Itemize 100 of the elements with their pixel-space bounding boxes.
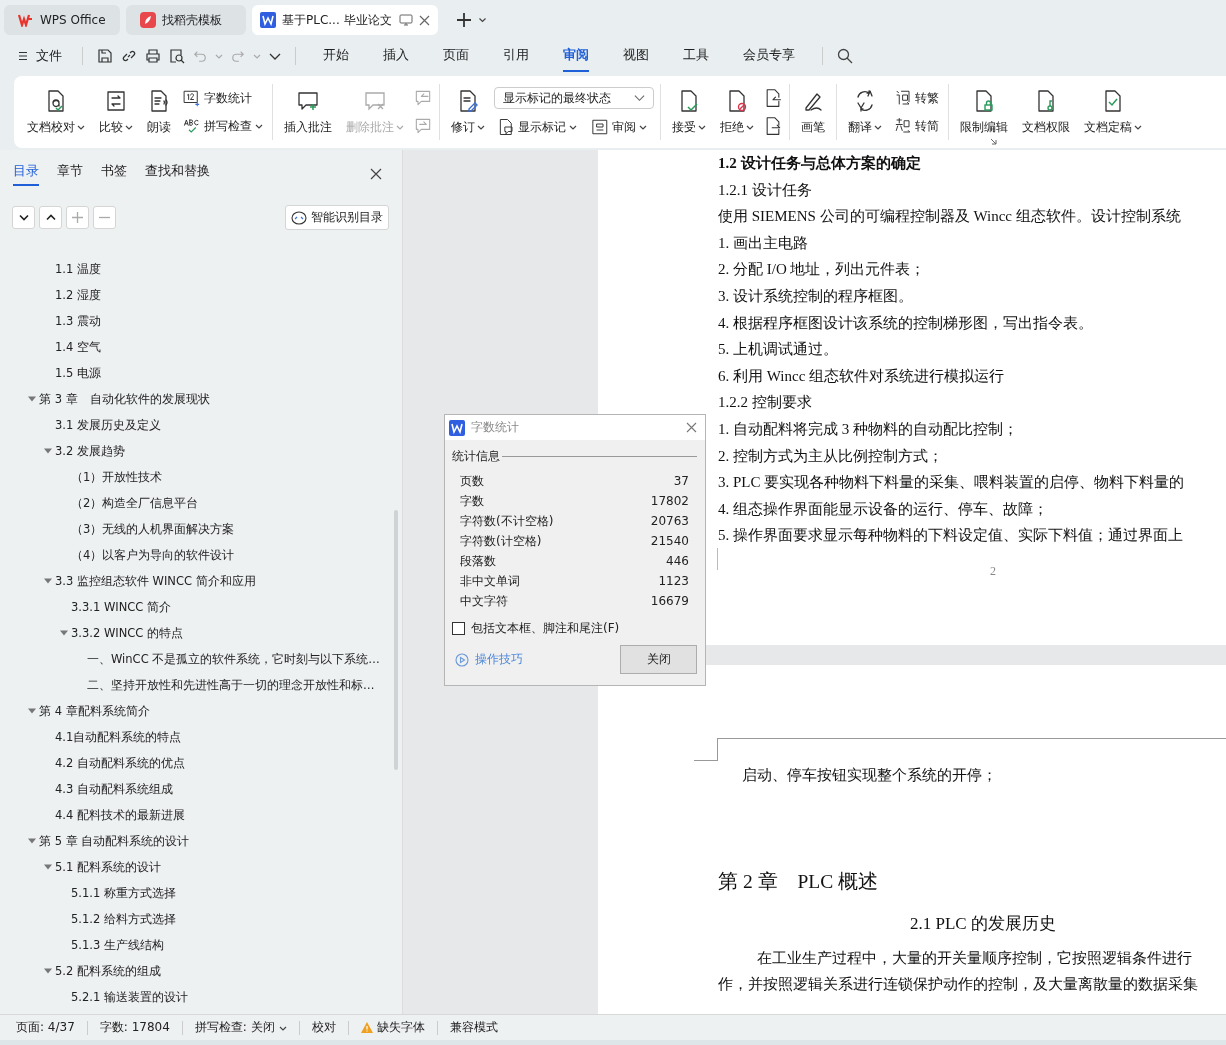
- stat-label: 字符数(计空格): [460, 533, 542, 550]
- menu-tab[interactable]: 开始: [323, 40, 349, 72]
- toc-item[interactable]: （2）构造全厂信息平台: [0, 490, 402, 516]
- toc-item[interactable]: 第 3 章 自动化软件的发展现状: [0, 386, 402, 412]
- toc-item[interactable]: 5.1.1 称重方式选择: [0, 880, 402, 906]
- ribbon-button[interactable]: 画笔: [796, 84, 830, 140]
- close-icon[interactable]: [370, 168, 382, 180]
- preview-icon[interactable]: [169, 48, 185, 64]
- toc-item[interactable]: 5.2.1 输送装置的设计: [0, 984, 402, 1010]
- toc-item[interactable]: 4.3 自动配料系统组成: [0, 776, 402, 802]
- markup-dropdown[interactable]: 显示标记的最终状态: [494, 87, 654, 109]
- close-icon[interactable]: [419, 14, 430, 26]
- ribbon-button[interactable]: 转繁: [891, 88, 942, 108]
- menu-tab[interactable]: 审阅: [563, 40, 589, 72]
- toc-item[interactable]: 1.2 湿度: [0, 282, 402, 308]
- close-icon[interactable]: [686, 422, 697, 433]
- expand-arrow-icon[interactable]: [28, 395, 36, 403]
- ribbon-button[interactable]: 审阅: [588, 117, 650, 137]
- ribbon-button[interactable]: 拒绝: [715, 84, 759, 140]
- ribbon-button[interactable]: 朗读: [142, 84, 176, 140]
- dialog-launcher-icon[interactable]: [990, 138, 997, 145]
- link-icon[interactable]: [121, 48, 137, 64]
- status-dropdown[interactable]: 拼写检查: 关闭: [194, 1019, 287, 1036]
- expand-arrow-icon[interactable]: [28, 837, 36, 845]
- status-item[interactable]: 兼容模式: [449, 1019, 498, 1036]
- toc-item[interactable]: 4.1自动配料系统的特点: [0, 724, 402, 750]
- caret-icon[interactable]: [478, 16, 487, 24]
- sidebar-tab[interactable]: 查找和替换: [145, 162, 210, 186]
- expand-arrow-icon[interactable]: [60, 629, 68, 637]
- toc-item[interactable]: 3.3.2 WINCC 的特点: [0, 620, 402, 646]
- toc-item[interactable]: 1.1 温度: [0, 256, 402, 282]
- toc-item[interactable]: 5.1.2 给料方式选择: [0, 906, 402, 932]
- close-button[interactable]: 关闭: [620, 645, 697, 674]
- toc-item[interactable]: （4）以客户为导向的软件设计: [0, 542, 402, 568]
- play-icon[interactable]: [455, 652, 469, 667]
- toc-item[interactable]: 1.4 空气: [0, 334, 402, 360]
- toc-item[interactable]: 1.5 电源: [0, 360, 402, 386]
- toc-item[interactable]: 3.2 发展趋势: [0, 438, 402, 464]
- sidebar-tab[interactable]: 目录: [13, 162, 39, 186]
- toc-item[interactable]: 3.3 监控组态软件 WINCC 简介和应用: [0, 568, 402, 594]
- menu-tab[interactable]: 引用: [503, 40, 529, 72]
- file-menu[interactable]: 文件: [36, 47, 62, 65]
- toc-item[interactable]: 一、WinCC 不是孤立的软件系统，它时刻与以下系统…: [0, 646, 402, 672]
- toc-item[interactable]: 4.2 自动配料系统的优点: [0, 750, 402, 776]
- search-icon[interactable]: [837, 48, 853, 64]
- ribbon-button[interactable]: 文档校对: [22, 84, 90, 140]
- expand-arrow-icon[interactable]: [44, 967, 52, 975]
- expand-arrow-icon[interactable]: [44, 863, 52, 871]
- toc-item[interactable]: 第 5 章 自动配料系统的设计: [0, 828, 402, 854]
- toc-item[interactable]: 4.4 配料技术的最新进展: [0, 802, 402, 828]
- toc-item[interactable]: 5.1 配料系统的设计: [0, 854, 402, 880]
- ribbon-button[interactable]: 拼写检查: [180, 116, 266, 136]
- ribbon-button[interactable]: 文档权限: [1017, 84, 1075, 140]
- app-tab[interactable]: 基于PLC... 毕业论文: [252, 5, 438, 35]
- toc-item[interactable]: 第 4 章配料系统简介: [0, 698, 402, 724]
- expand-arrow-icon[interactable]: [28, 707, 36, 715]
- smart-toc-button[interactable]: 智能识别目录: [285, 205, 389, 230]
- ribbon-button[interactable]: 转简: [891, 116, 942, 136]
- ribbon-button[interactable]: 文档定稿: [1079, 84, 1147, 140]
- ribbon-button[interactable]: 比较: [94, 84, 138, 140]
- menu-tab[interactable]: 页面: [443, 40, 469, 72]
- status-item[interactable]: 字数: 17804: [99, 1019, 170, 1036]
- checkbox-label[interactable]: 包括文本框、脚注和尾注(F): [471, 620, 620, 637]
- menu-tab[interactable]: 工具: [683, 40, 709, 72]
- app-tab[interactable]: 找稻壳模板: [126, 5, 246, 35]
- sidebar-tab[interactable]: 章节: [57, 162, 83, 186]
- sidebar-tab[interactable]: 书签: [101, 162, 127, 186]
- toc-item[interactable]: 1.3 震动: [0, 308, 402, 334]
- chevron-down-icon[interactable]: [269, 51, 281, 61]
- ribbon-button[interactable]: 显示标记: [494, 117, 580, 137]
- print-icon[interactable]: [145, 48, 161, 64]
- ribbon-button[interactable]: 字数统计: [180, 88, 266, 108]
- expand-arrow-icon[interactable]: [44, 447, 52, 455]
- toc-item[interactable]: 3.1 发展历史及定义: [0, 412, 402, 438]
- menu-tab[interactable]: 会员专享: [743, 40, 795, 72]
- monitor-icon[interactable]: [399, 14, 413, 26]
- toc-item[interactable]: （3）无线的人机界面解决方案: [0, 516, 402, 542]
- save-icon[interactable]: [97, 48, 113, 64]
- expand-arrow-icon[interactable]: [44, 577, 52, 585]
- toc-item[interactable]: 二、坚持开放性和先进性高于一切的理念开放性和标…: [0, 672, 402, 698]
- status-item[interactable]: 缺失字体: [360, 1019, 425, 1036]
- menu-icon[interactable]: [18, 51, 28, 61]
- toc-item[interactable]: （1）开放性技术: [0, 464, 402, 490]
- expand-button[interactable]: [39, 206, 62, 229]
- new-tab-icon[interactable]: [456, 12, 472, 28]
- menu-tab[interactable]: 视图: [623, 40, 649, 72]
- ribbon-button[interactable]: 限制编辑: [955, 84, 1013, 140]
- collapse-button[interactable]: [12, 206, 35, 229]
- ribbon-button[interactable]: 接受: [667, 84, 711, 140]
- toc-item[interactable]: 3.3.1 WINCC 简介: [0, 594, 402, 620]
- ribbon-button[interactable]: 翻译: [843, 84, 887, 140]
- status-item[interactable]: 页面: 4/37: [16, 1019, 75, 1036]
- toc-item[interactable]: 5.1.3 生产线结构: [0, 932, 402, 958]
- checkbox[interactable]: [452, 622, 465, 635]
- toc-item[interactable]: 5.2 配料系统的组成: [0, 958, 402, 984]
- ribbon-button[interactable]: 修订: [446, 84, 490, 140]
- menu-tab[interactable]: 插入: [383, 40, 409, 72]
- status-item[interactable]: 校对: [311, 1019, 336, 1036]
- ribbon-button[interactable]: 插入批注: [279, 84, 337, 140]
- app-tab[interactable]: WPS Office: [4, 5, 120, 35]
